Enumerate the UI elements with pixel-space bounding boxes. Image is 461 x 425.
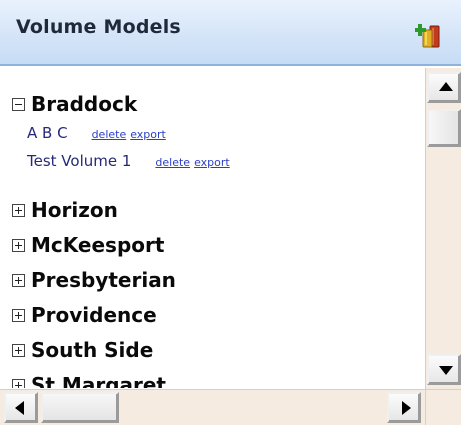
tree-node-label[interactable]: McKeesport	[31, 233, 164, 257]
horizontal-scroll-thumb[interactable]	[41, 392, 119, 423]
export-link[interactable]: export	[194, 156, 230, 169]
tree-node-st-margaret[interactable]: St Margaret	[12, 371, 166, 388]
delete-link[interactable]: delete	[155, 156, 190, 169]
arrow-right-icon	[402, 401, 411, 415]
scroll-left-button[interactable]	[4, 392, 38, 423]
arrow-down-icon	[439, 366, 453, 375]
expand-icon[interactable]	[12, 343, 25, 357]
expand-icon[interactable]	[12, 273, 25, 287]
delete-link[interactable]: delete	[92, 128, 127, 141]
export-link[interactable]: export	[130, 128, 166, 141]
panel-header: Volume Models	[0, 0, 461, 66]
vertical-scroll-thumb[interactable]	[427, 109, 461, 147]
tree-node-braddock[interactable]: Braddock	[12, 90, 137, 118]
tree-node-label[interactable]: Presbyterian	[31, 268, 176, 292]
arrow-left-icon	[15, 401, 24, 415]
tree-node-providence[interactable]: Providence	[12, 301, 157, 329]
tree-node-mckeesport[interactable]: McKeesport	[12, 231, 164, 259]
tree-node-label[interactable]: St Margaret	[31, 373, 166, 388]
tree-child-abc: A B C delete export	[27, 124, 166, 148]
vertical-scrollbar[interactable]	[425, 68, 461, 389]
add-volume-icon[interactable]	[414, 19, 443, 49]
tree-node-presbyterian[interactable]: Presbyterian	[12, 266, 176, 294]
tree-node-south-side[interactable]: South Side	[12, 336, 153, 364]
expand-icon[interactable]	[12, 238, 25, 252]
scroll-right-button[interactable]	[387, 392, 421, 423]
tree-child-test-volume-1: Test Volume 1 delete export	[27, 152, 230, 176]
scroll-up-button[interactable]	[427, 72, 461, 103]
volume-name-link[interactable]: Test Volume 1	[27, 152, 131, 170]
arrow-up-icon	[439, 82, 453, 91]
expand-icon[interactable]	[12, 378, 25, 388]
scrollbar-corner	[425, 389, 461, 425]
expand-icon[interactable]	[12, 203, 25, 217]
tree-node-label[interactable]: Horizon	[31, 198, 118, 222]
tree-node-label[interactable]: South Side	[31, 338, 153, 362]
tree-node-label[interactable]: Braddock	[31, 92, 137, 116]
horizontal-scrollbar[interactable]	[0, 389, 425, 425]
scroll-down-button[interactable]	[427, 354, 461, 385]
tree-node-horizon[interactable]: Horizon	[12, 196, 118, 224]
volume-name-link[interactable]: A B C	[27, 124, 68, 142]
collapse-icon[interactable]	[12, 97, 25, 111]
tree-viewport: Braddock A B C delete export Test Volume…	[0, 68, 423, 388]
panel-title: Volume Models	[16, 16, 181, 38]
tree-node-label[interactable]: Providence	[31, 303, 157, 327]
expand-icon[interactable]	[12, 308, 25, 322]
volume-models-panel: Volume Models Braddock A B C delete expo	[0, 0, 461, 425]
